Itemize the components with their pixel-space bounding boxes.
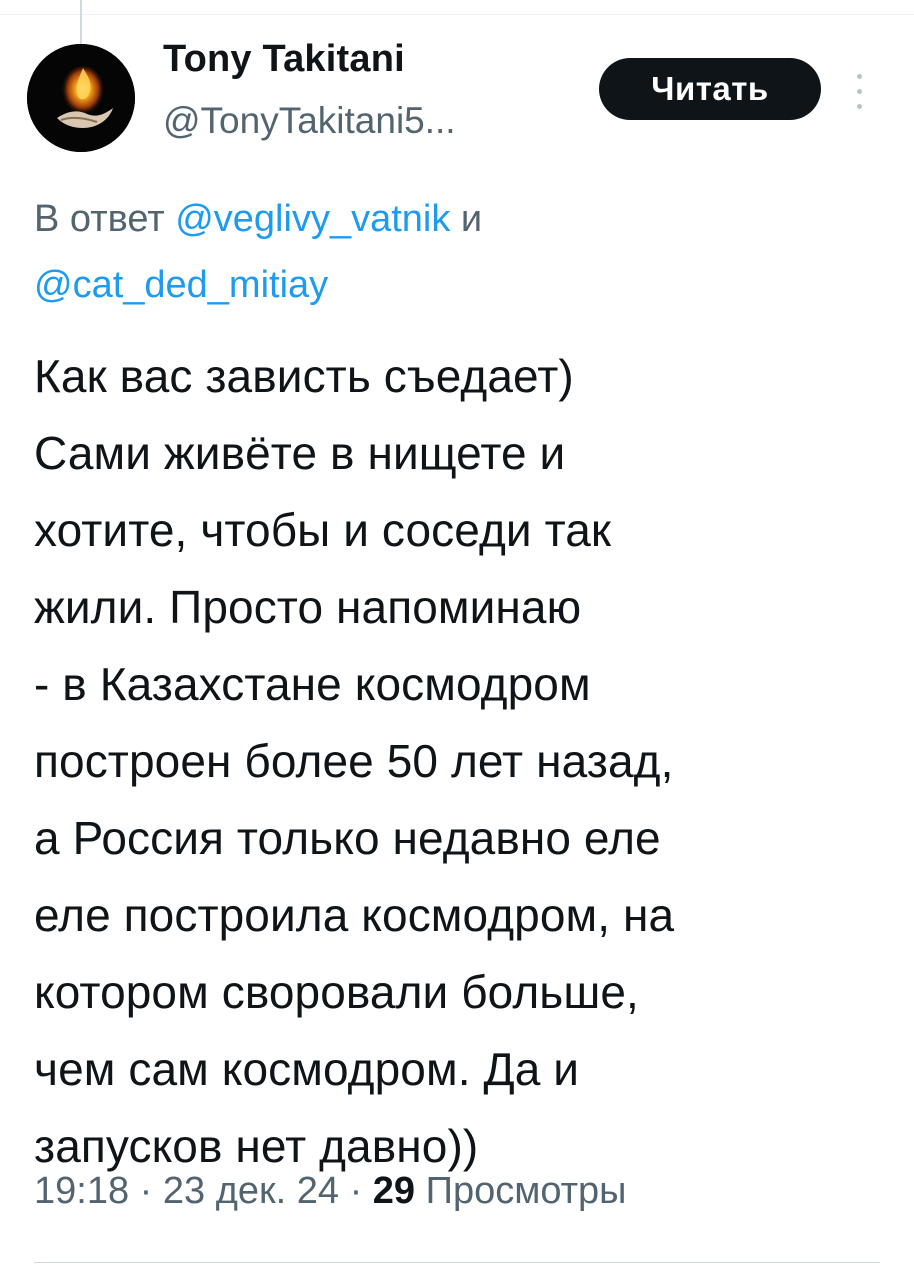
author-display-name[interactable]: Tony Takitani	[163, 38, 405, 81]
top-divider	[0, 14, 914, 15]
tweet-text: Как вас зависть съедает) Сами живёте в н…	[34, 350, 675, 1172]
follow-button[interactable]: Читать	[599, 58, 821, 120]
reply-prefix: В ответ	[34, 198, 165, 240]
more-dot	[857, 104, 862, 109]
meta-separator: ·	[139, 1170, 153, 1212]
mention-link[interactable]: @veglivy_vatnik	[175, 198, 450, 240]
reply-conjunction: и	[460, 198, 483, 240]
views-label: Просмотры	[425, 1170, 627, 1212]
more-dot	[857, 89, 862, 94]
views-count: 29	[372, 1170, 416, 1212]
bottom-divider	[34, 1262, 880, 1263]
tweet-meta: 19:18 · 23 дек. 24 · 29 Просмотры	[34, 1170, 627, 1213]
tweet-date[interactable]: 23 дек. 24	[163, 1170, 339, 1212]
author-handle[interactable]: @TonyTakitani5...	[163, 100, 456, 142]
reply-context: В ответ @veglivy_vatnik и @cat_ded_mitia…	[34, 186, 854, 318]
tweet-time[interactable]: 19:18	[34, 1170, 129, 1212]
more-vertical-icon[interactable]	[852, 68, 868, 116]
more-dot	[857, 74, 862, 79]
meta-separator: ·	[349, 1170, 363, 1212]
avatar-flame-icon	[27, 44, 135, 152]
mention-link[interactable]: @cat_ded_mitiay	[34, 264, 328, 306]
thread-connector-line	[80, 0, 82, 44]
avatar[interactable]	[27, 44, 135, 152]
